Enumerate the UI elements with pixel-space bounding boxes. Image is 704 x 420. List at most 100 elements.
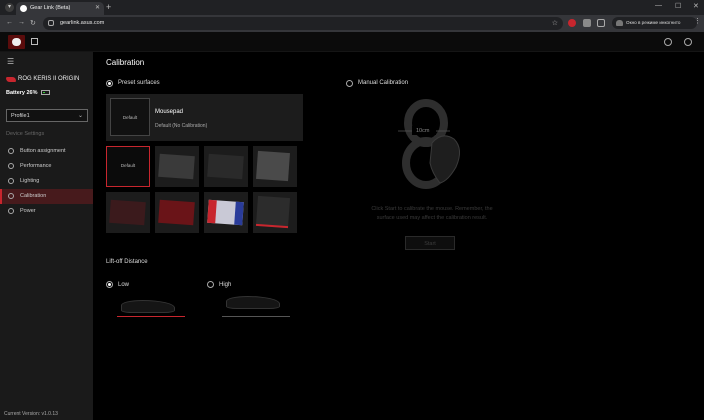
selected-mousepad-card: Default Mousepad Default (No Calibration… — [106, 94, 303, 141]
mousepad-image — [256, 150, 290, 182]
hamburger-menu-icon[interactable]: ☰ — [7, 57, 14, 66]
pad-name: Mousepad — [155, 109, 184, 115]
manual-calibration-illustration — [398, 99, 460, 189]
battery-status: Battery 26% — [6, 90, 38, 96]
pad-thumb-label: Default — [122, 115, 138, 120]
incognito-label: Окно в режиме инкогнито — [626, 20, 681, 25]
mouse-side-icon — [226, 296, 280, 309]
sidebar-item-label: Button assignment — [20, 148, 66, 154]
start-label: Start — [424, 241, 436, 247]
start-calibration-button[interactable]: Start — [405, 236, 455, 250]
liftoff-low-label: Low — [118, 282, 130, 288]
liftoff-low-illustration — [117, 296, 185, 318]
browser-toolbar: ← → ↻ gearlink.asus.com ☆ Окно в режиме … — [0, 15, 704, 32]
browser-tab[interactable]: Gear Link (Beta) ✕ — [16, 2, 104, 15]
preset-surfaces-label: Preset surfaces — [118, 80, 160, 86]
address-bar[interactable]: gearlink.asus.com ☆ — [43, 17, 563, 30]
bulb-icon — [8, 178, 14, 184]
mousepad-image — [158, 153, 195, 180]
pad-option[interactable] — [204, 192, 248, 233]
sidebar-item-label: Performance — [20, 163, 52, 169]
preset-surfaces-radio[interactable] — [106, 80, 113, 87]
extension-rog-icon[interactable] — [568, 19, 576, 27]
sidebar-item-power[interactable]: Power — [0, 204, 93, 219]
profile-select[interactable]: Profile1 ⌄ — [6, 109, 88, 122]
mousepad-image — [207, 199, 244, 226]
rog-logo-icon — [6, 77, 16, 82]
liftoff-high-illustration — [222, 292, 290, 317]
new-tab-button[interactable]: + — [106, 2, 111, 12]
close-window-icon[interactable]: ✕ — [693, 2, 699, 10]
reload-icon[interactable]: ↻ — [30, 19, 36, 27]
tab-title: Gear Link (Beta) — [30, 5, 71, 11]
device-tab-mouse[interactable] — [8, 35, 25, 49]
incognito-badge[interactable]: Окно в режиме инкогнито — [612, 17, 697, 29]
settings-gear-icon[interactable] — [684, 38, 692, 46]
profile-value: Profile1 — [11, 113, 30, 119]
liftoff-low-radio[interactable] — [106, 281, 113, 288]
browser-tab-bar: ▾ Gear Link (Beta) ✕ + — ☐ ✕ — [0, 0, 704, 15]
power-icon — [8, 208, 14, 214]
mouse-side-icon — [121, 300, 175, 313]
hand-mouse-icon — [429, 135, 460, 184]
pad-option-label: Default — [120, 163, 136, 168]
site-info-icon[interactable] — [48, 20, 54, 26]
mousepad-image — [207, 153, 244, 180]
mousepad-icon[interactable] — [31, 38, 38, 45]
minimize-icon[interactable]: — — [655, 2, 662, 9]
calibration-icon — [8, 193, 14, 199]
bookmark-star-icon[interactable]: ☆ — [552, 19, 558, 27]
incognito-icon — [616, 20, 623, 26]
liftoff-title: Lift-off Distance — [106, 259, 148, 265]
pad-description: Default (No Calibration) — [155, 123, 208, 129]
gauge-icon — [8, 163, 14, 169]
sidebar-panel-icon[interactable] — [597, 19, 605, 27]
app-header — [0, 32, 704, 52]
sidebar-item-lighting[interactable]: Lighting — [0, 174, 93, 189]
liftoff-high-radio[interactable] — [207, 281, 214, 288]
mousepad-image — [109, 199, 146, 226]
instructions-line-1: Click Start to calibrate the mouse. Reme… — [371, 206, 493, 212]
sidebar-item-label: Power — [20, 208, 36, 214]
page-title: Calibration — [106, 58, 145, 67]
maximize-icon[interactable]: ☐ — [675, 2, 681, 10]
url-text: gearlink.asus.com — [60, 20, 105, 26]
back-icon[interactable]: ← — [6, 19, 13, 26]
liftoff-low-line — [117, 316, 185, 317]
selected-pad-thumbnail: Default — [110, 98, 150, 136]
mousepad-image — [255, 195, 291, 229]
liftoff-high-label: High — [219, 282, 232, 288]
sidebar: ☰ ROG KERIS II ORIGIN Battery 26% Profil… — [0, 52, 93, 420]
sidebar-item-label: Calibration — [20, 193, 47, 199]
manual-calibration-label: Manual Calibration — [358, 80, 409, 86]
pad-option[interactable] — [155, 146, 199, 187]
pad-option[interactable] — [253, 146, 297, 187]
calibration-instructions: Click Start to calibrate the mouse. Reme… — [352, 205, 512, 223]
tab-list-icon[interactable]: ▾ — [5, 3, 14, 12]
extension-icon[interactable] — [583, 19, 591, 27]
pad-option[interactable] — [155, 192, 199, 233]
update-icon[interactable] — [664, 38, 672, 46]
favicon-icon — [20, 5, 27, 12]
tab-close-icon[interactable]: ✕ — [95, 4, 100, 11]
forward-icon[interactable]: → — [18, 19, 25, 26]
sidebar-item-performance[interactable]: Performance — [0, 159, 93, 174]
device-name: ROG KERIS II ORIGIN — [18, 76, 80, 82]
instructions-line-2: surface used may affect the calibration … — [376, 215, 488, 221]
mouse-button-icon — [8, 148, 14, 154]
distance-label: 10cm — [416, 128, 430, 134]
section-label: Device Settings — [6, 131, 45, 137]
sidebar-item-button-assignment[interactable]: Button assignment — [0, 144, 93, 159]
mouse-icon — [12, 38, 21, 46]
pad-option[interactable] — [253, 192, 297, 233]
sidebar-item-label: Lighting — [20, 178, 40, 184]
pad-option[interactable] — [204, 146, 248, 187]
liftoff-high-line — [222, 316, 290, 317]
browser-menu-icon[interactable]: ⋮ — [694, 17, 701, 25]
sidebar-item-calibration[interactable]: Calibration — [0, 189, 93, 204]
manual-calibration-radio[interactable] — [346, 80, 353, 87]
mousepad-image — [158, 199, 195, 226]
pad-option-default[interactable]: Default — [106, 146, 150, 187]
pad-option[interactable] — [106, 192, 150, 233]
chevron-down-icon: ⌄ — [77, 113, 83, 119]
